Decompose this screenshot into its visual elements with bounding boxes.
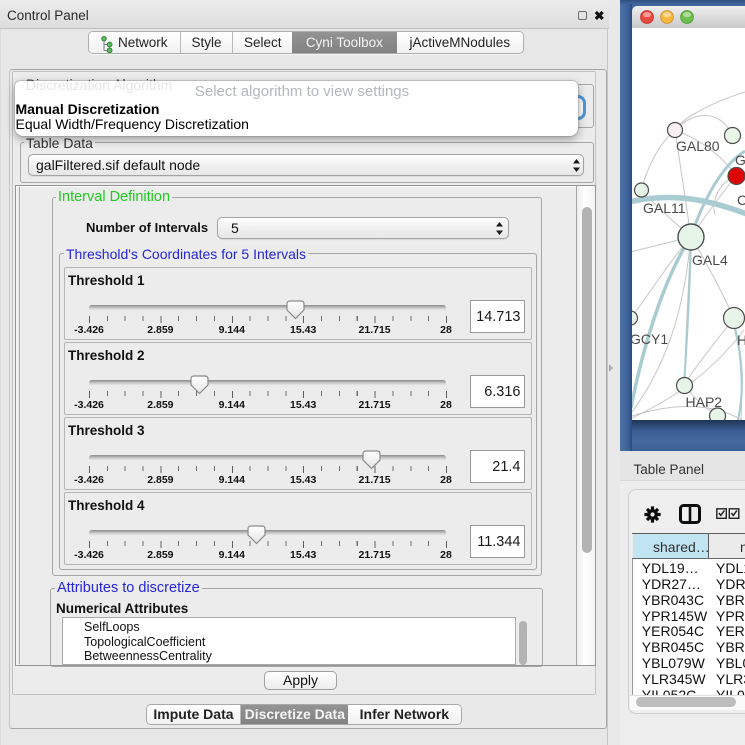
svg-text:GAL4: GAL4 xyxy=(692,252,728,268)
svg-text:HAP2: HAP2 xyxy=(686,394,723,410)
svg-text:GA: GA xyxy=(735,152,745,168)
svg-text:GAL80: GAL80 xyxy=(676,138,720,154)
svg-text:GCY1: GCY1 xyxy=(632,331,668,347)
svg-text:C: C xyxy=(737,192,745,208)
svg-text:H: H xyxy=(737,332,745,348)
svg-text:GAL11: GAL11 xyxy=(643,200,686,216)
